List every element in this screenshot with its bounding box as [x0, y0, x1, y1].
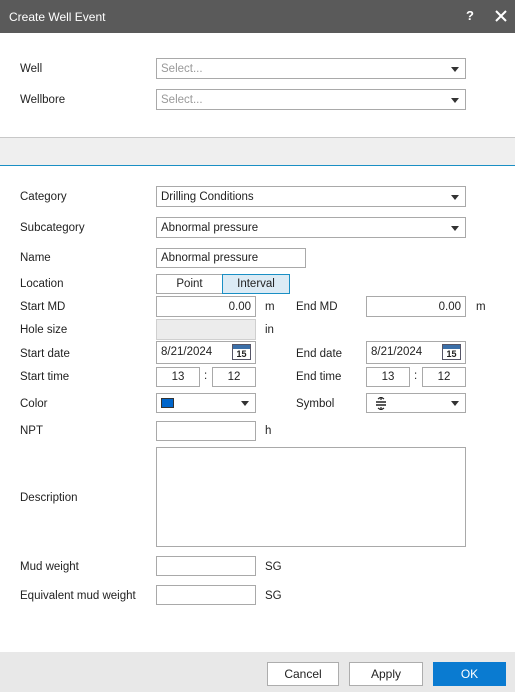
description-textarea[interactable]	[156, 447, 466, 547]
location-label: Location	[20, 278, 64, 290]
name-input[interactable]	[156, 248, 306, 268]
description-label: Description	[20, 492, 78, 504]
start-date-value: 8/21/2024	[161, 346, 213, 358]
mud-weight-input[interactable]	[156, 556, 256, 576]
location-interval-option[interactable]: Interval	[222, 274, 290, 294]
section-divider	[0, 137, 515, 166]
calendar-icon-day: 15	[236, 349, 247, 359]
start-date-label: Start date	[20, 348, 70, 360]
npt-label: NPT	[20, 425, 43, 437]
end-date-label: End date	[296, 348, 343, 360]
equivalent-mud-weight-label: Equivalent mud weight	[20, 590, 136, 602]
start-md-input[interactable]	[156, 296, 256, 317]
symbol-label: Symbol	[296, 398, 335, 410]
well-select-placeholder: Select...	[161, 63, 203, 75]
symbol-picker[interactable]	[366, 393, 466, 413]
wellbore-select[interactable]: Select...	[156, 89, 466, 110]
start-time-minute-input[interactable]	[212, 367, 256, 387]
calendar-icon[interactable]: 15	[442, 344, 461, 360]
start-md-unit: m	[265, 301, 275, 313]
location-point-option[interactable]: Point	[156, 274, 223, 294]
end-time-minute-input[interactable]	[422, 367, 466, 387]
equivalent-mud-weight-input[interactable]	[156, 585, 256, 605]
chevron-down-icon	[451, 67, 459, 72]
end-md-input[interactable]	[366, 296, 466, 317]
color-picker[interactable]	[156, 393, 256, 413]
start-date-picker[interactable]: 8/21/2024 15	[156, 341, 256, 364]
hole-size-label: Hole size	[20, 324, 68, 336]
end-time-separator: :	[414, 370, 418, 382]
chevron-down-icon	[451, 226, 459, 231]
subcategory-label: Subcategory	[20, 222, 85, 234]
end-md-unit: m	[476, 301, 486, 313]
subcategory-select[interactable]: Abnormal pressure	[156, 217, 466, 238]
equivalent-mud-weight-unit: SG	[265, 590, 282, 602]
wellbore-label: Wellbore	[20, 94, 66, 106]
title-bar: Create Well Event ?	[0, 0, 515, 33]
start-time-label: Start time	[20, 371, 70, 383]
mud-weight-label: Mud weight	[20, 561, 79, 573]
end-time-hour-input[interactable]	[366, 367, 410, 387]
calendar-icon[interactable]: 15	[232, 344, 251, 360]
ok-button[interactable]: OK	[433, 662, 506, 686]
well-select[interactable]: Select...	[156, 58, 466, 79]
npt-input[interactable]	[156, 421, 256, 441]
dialog-footer: Cancel Apply OK	[0, 652, 515, 692]
start-time-hour-input[interactable]	[156, 367, 200, 387]
npt-unit: h	[265, 425, 272, 437]
help-icon[interactable]: ?	[466, 8, 474, 23]
color-swatch	[161, 398, 174, 408]
chevron-down-icon	[451, 195, 459, 200]
chevron-down-icon	[451, 98, 459, 103]
apply-button[interactable]: Apply	[349, 662, 423, 686]
end-time-label: End time	[296, 371, 342, 383]
strikethrough-equals-icon	[376, 397, 386, 410]
hole-size-unit: in	[265, 324, 274, 336]
close-icon[interactable]	[494, 9, 508, 23]
chevron-down-icon	[451, 401, 459, 406]
subcategory-value: Abnormal pressure	[161, 222, 259, 234]
hole-size-input	[156, 319, 256, 340]
calendar-icon-day: 15	[446, 349, 457, 359]
start-md-label: Start MD	[20, 301, 66, 313]
chevron-down-icon	[241, 401, 249, 406]
end-date-value: 8/21/2024	[371, 346, 423, 358]
wellbore-select-placeholder: Select...	[161, 94, 203, 106]
category-select[interactable]: Drilling Conditions	[156, 186, 466, 207]
category-value: Drilling Conditions	[161, 191, 254, 203]
well-label: Well	[20, 63, 43, 75]
name-label: Name	[20, 252, 51, 264]
window-title: Create Well Event	[9, 10, 106, 24]
category-label: Category	[20, 191, 67, 203]
end-date-picker[interactable]: 8/21/2024 15	[366, 341, 466, 364]
start-time-separator: :	[204, 370, 208, 382]
mud-weight-unit: SG	[265, 561, 282, 573]
color-label: Color	[20, 398, 48, 410]
cancel-button[interactable]: Cancel	[267, 662, 339, 686]
end-md-label: End MD	[296, 301, 338, 313]
